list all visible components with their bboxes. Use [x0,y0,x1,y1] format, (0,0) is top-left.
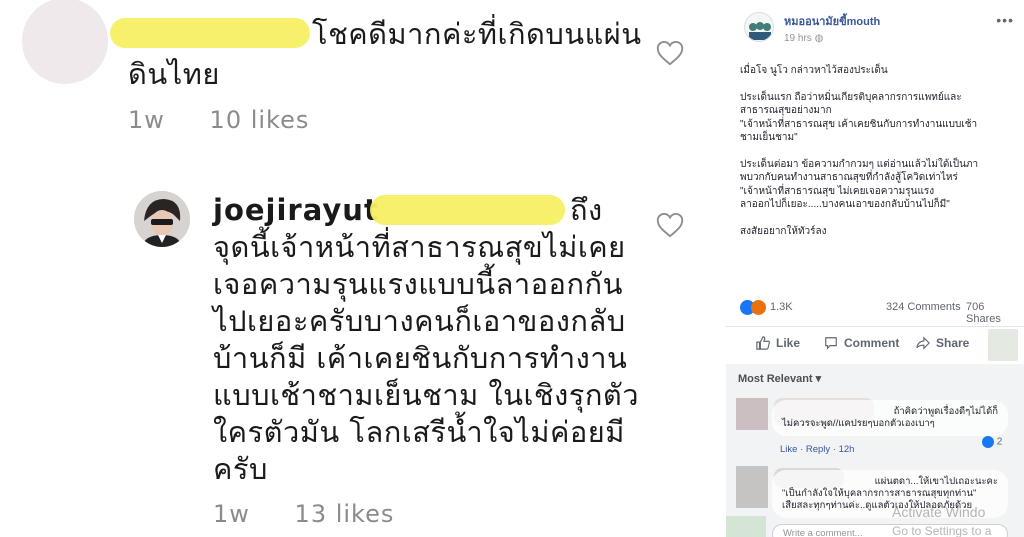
like-button[interactable]: Like [756,336,800,350]
comment-text: ใครตัวมัน โลกเสรีน้ำใจไม่ค่อยมี [213,415,625,449]
redaction-mark [726,516,766,537]
chevron-down-icon: ▾ [815,373,822,385]
page-avatar[interactable] [744,12,774,42]
share-arrow-icon [916,336,930,350]
post-body: เมื่อโจ นูโว กล่าวหาไว้สองประเด็น ประเด็… [740,64,1022,251]
thumbs-up-icon [756,336,770,350]
comment-text: ถึง [570,193,603,227]
speech-bubble-icon [825,337,837,350]
comment-text: ถ้าคิดว่าพูดเรื่องดีๆไม่ได้ก็ [893,406,998,417]
avatar[interactable] [736,398,768,430]
comments-section: Most Relevant ▾ ถ้าคิดว่าพูดเรื่องดีๆไม่… [726,364,1024,537]
avatar[interactable] [134,191,190,247]
comment-text: ไปเยอะครับบางคนก็เอาของกลับ [213,304,626,338]
avatar[interactable] [736,466,768,508]
redaction-mark [370,195,565,225]
comment-text: ครับ [213,452,268,486]
angry-reaction-icon[interactable] [751,300,766,315]
comment-time: 1w [213,500,250,528]
comment-text: บ้านก็มี เค้าเคยชินกับการทำงาน [213,341,628,375]
post-time[interactable]: 19 hrs [784,33,812,44]
post-paragraph: ประเด็นต่อมา ข้อความกำกวมๆ แต่อ่านแล้วไม… [740,158,979,211]
share-button[interactable]: Share [916,336,969,350]
comment-meta: 1w 13 likes [213,500,430,528]
like-label: Like [776,336,801,350]
comment-time: 1w [128,106,165,134]
post-timestamp[interactable]: 19 hrs ◍ [784,33,823,44]
instagram-comments-screenshot: โชคดีมากค่ะที่เกิดบนแผ่น ดินไทย 1w 10 li… [0,0,718,537]
comment-text: แผ่นตดา...ให้เขาไปเถอะนะคะ [874,476,998,487]
like-reaction-icon [982,436,994,448]
divider [718,0,726,537]
comment-label: Comment [844,336,900,350]
comment-reactions[interactable]: 2 [982,436,1002,448]
comment-actions[interactable]: Like · Reply · 12h [780,444,854,455]
comment-text: จุดนี้เจ้าหน้าที่สาธารณสุขไม่เคย [213,230,626,264]
comment-text: "เป็นกำลังใจให้บุคลากรการสาธารณสุขทุกท่า… [782,488,977,499]
comment-text: เจอความรุนแรงแบบนี้ลาออกกัน [213,267,623,301]
comment-text: ไม่ควรจะพูด//แคปรยๆบอกตัวเองเบาๆ [782,418,935,429]
share-count[interactable]: 706 Shares [966,301,1022,325]
post-paragraph: เมื่อโจ นูโว กล่าวหาไว้สองประเด็น [740,65,888,76]
like-count[interactable]: 13 likes [295,500,395,528]
comment-text: ดินไทย [128,57,220,91]
post-actions: Like Comment Share [726,326,1024,362]
share-label: Share [936,336,970,350]
redaction-mark [988,329,1018,361]
comment-text: โชคดีมากค่ะที่เกิดบนแผ่น [312,17,642,51]
comment-meta: 1w 10 likes [128,106,345,134]
heart-icon[interactable] [656,212,684,238]
post-paragraph: สงสัยอยากให้ทัวร์ลง [740,225,827,237]
comment-text: แบบเช้าชามเย็นชาม ในเชิงรุกตัว [213,378,639,412]
comment-bubble: ถ้าคิดว่าพูดเรื่องดีๆไม่ได้ก็ ไม่ควรจะพู… [772,400,1008,436]
redaction-mark [110,18,310,48]
avatar [22,0,108,84]
heart-icon[interactable] [656,40,684,66]
windows-activation-watermark: Go to Settings to a [892,524,992,537]
post-paragraph: ประเด็นแรก ถือว่าหมิ่นเกียรติบุคลากรการแ… [740,91,978,144]
comment-count[interactable]: 324 Comments [886,301,961,313]
comment-sort-dropdown[interactable]: Most Relevant ▾ [738,372,821,385]
comment-button[interactable]: Comment [824,336,899,350]
more-options-icon[interactable]: ••• [996,12,1014,28]
page-name-link[interactable]: หมออนามัยขี้mouth [784,12,880,30]
windows-activation-watermark: Activate Windo [892,504,986,520]
facebook-post: หมออนามัยขี้mouth 19 hrs ◍ ••• เมื่อโจ น… [726,0,1024,537]
globe-icon: ◍ [814,33,824,44]
post-stats: 1.3K 324 Comments 706 Shares [740,300,1022,325]
reaction-count: 2 [996,436,1003,448]
like-count[interactable]: 10 likes [210,106,310,134]
reaction-count[interactable]: 1.3K [770,301,793,313]
comment-username[interactable]: joejirayut [213,192,379,229]
sort-label: Most Relevant [738,373,813,385]
